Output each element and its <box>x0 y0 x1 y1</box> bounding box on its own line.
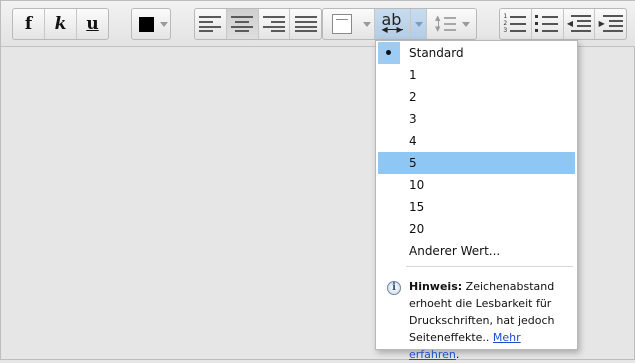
info-icon: i <box>387 281 401 295</box>
character-spacing-icon: ab ◀ ▶ <box>381 10 403 34</box>
indent-icon: ▶ <box>599 14 623 34</box>
menu-item-other-value[interactable]: Anderer Wert... <box>378 240 575 262</box>
checked-bullet-icon <box>378 42 400 64</box>
underline-button[interactable]: u <box>77 9 108 39</box>
bullet-list-button[interactable] <box>532 9 564 39</box>
line-spacing-dropdown[interactable]: ▲ ▼ <box>427 9 476 39</box>
hint-title: Hinweis: <box>409 280 463 293</box>
character-spacing-menu: Standard 1 2 3 4 5 10 15 20 Anderer Wert… <box>375 40 578 361</box>
font-color-swatch <box>139 16 154 32</box>
bullet-list-icon <box>535 14 559 34</box>
justify-icon <box>294 16 317 32</box>
bold-label: f <box>24 14 33 34</box>
menu-item-2[interactable]: 2 <box>378 86 575 108</box>
decrease-indent-button[interactable]: ◀ <box>564 9 596 39</box>
menu-item-label: 10 <box>409 178 425 192</box>
menu-item-label: 4 <box>409 134 417 148</box>
outdent-icon: ◀ <box>567 14 591 34</box>
bold-button[interactable]: f <box>13 9 45 39</box>
menu-item-15[interactable]: 15 <box>378 196 575 218</box>
underline-label: u <box>86 14 99 34</box>
menu-item-label: 15 <box>409 200 425 214</box>
italic-button[interactable]: k <box>45 9 77 39</box>
menu-item-label: 20 <box>409 222 425 236</box>
menu-item-label: 1 <box>409 68 417 82</box>
font-color-dropdown[interactable] <box>131 8 171 40</box>
chevron-down-icon <box>414 21 423 27</box>
menu-item-label: 3 <box>409 112 417 126</box>
chevron-down-icon <box>363 21 371 27</box>
align-center-button[interactable] <box>226 9 259 39</box>
hint-note: Hinweis: Zeichenabstand erhoeht die Lesb… <box>409 278 574 363</box>
paragraph-style-dropdown[interactable] <box>323 9 375 39</box>
align-right-icon <box>262 16 285 32</box>
line-spacing-icon: ▲ ▼ <box>433 14 457 34</box>
menu-item-standard[interactable]: Standard <box>378 42 575 64</box>
list-indent-group: 1 2 3 ◀ ▶ <box>499 8 627 40</box>
align-center-icon <box>231 16 254 32</box>
menu-item-3[interactable]: 3 <box>378 108 575 130</box>
menu-item-label: 5 <box>409 156 417 170</box>
menu-item-label: Standard <box>409 46 464 60</box>
italic-label: k <box>54 14 67 34</box>
numbered-list-button[interactable]: 1 2 3 <box>500 9 532 39</box>
justify-button[interactable] <box>290 9 321 39</box>
menu-separator <box>406 266 573 267</box>
font-color-button[interactable] <box>132 9 170 39</box>
align-left-icon <box>199 16 222 32</box>
spacing-group: ab ◀ ▶ ▲ ▼ <box>322 8 477 40</box>
increase-indent-button[interactable]: ▶ <box>595 9 626 39</box>
menu-item-label: Anderer Wert... <box>409 244 501 258</box>
menu-item-label: 2 <box>409 90 417 104</box>
hint-suffix: . <box>455 348 460 361</box>
text-style-group: f k u <box>12 8 109 40</box>
align-right-button[interactable] <box>259 9 291 39</box>
align-left-button[interactable] <box>195 9 227 39</box>
alignment-group <box>194 8 322 40</box>
chevron-down-icon <box>160 21 168 27</box>
menu-item-5[interactable]: 5 <box>378 152 575 174</box>
numbered-list-icon: 1 2 3 <box>503 14 527 34</box>
menu-item-10[interactable]: 10 <box>378 174 575 196</box>
chevron-down-icon <box>462 21 470 27</box>
page-icon <box>332 14 352 34</box>
menu-item-1[interactable]: 1 <box>378 64 575 86</box>
menu-item-4[interactable]: 4 <box>378 130 575 152</box>
character-spacing-button[interactable]: ab ◀ ▶ <box>375 9 411 39</box>
character-spacing-dropdown[interactable] <box>411 9 427 39</box>
menu-item-20[interactable]: 20 <box>378 218 575 240</box>
